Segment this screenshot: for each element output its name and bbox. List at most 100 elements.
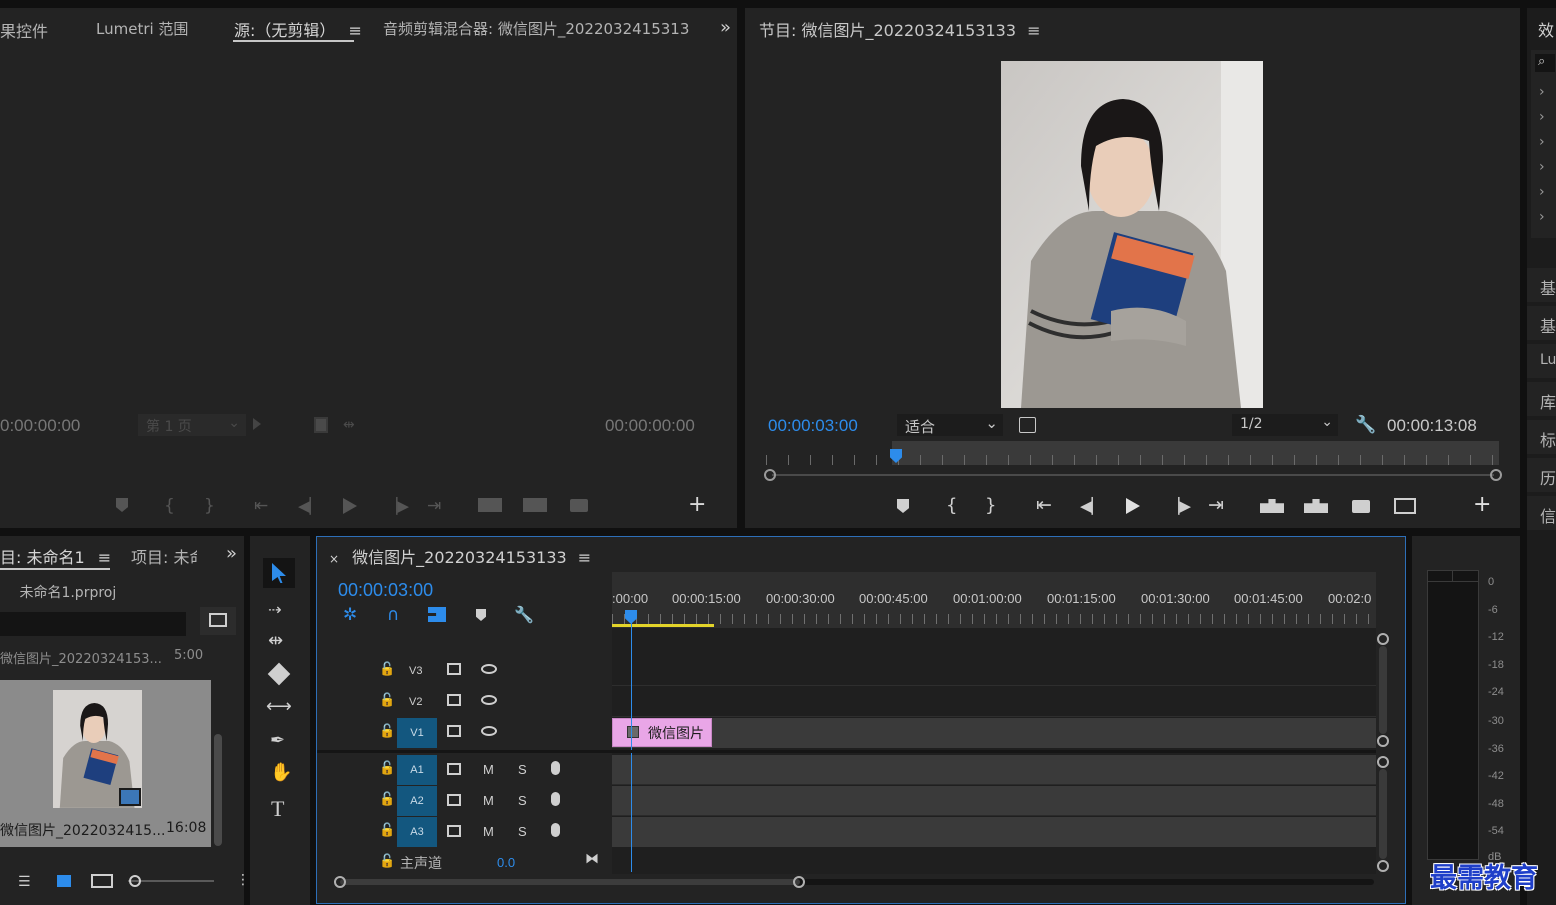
mark-in-icon[interactable]: {: [164, 496, 175, 516]
export-frame-icon[interactable]: [1352, 500, 1370, 513]
program-title[interactable]: 节目: 微信图片_20220324153133 ≡: [759, 17, 1041, 41]
search-icon[interactable]: ⌕: [1535, 54, 1555, 72]
track-label[interactable]: V3: [409, 665, 422, 677]
track-target-a1[interactable]: A1: [397, 755, 437, 785]
lane-v2[interactable]: [612, 687, 1376, 717]
timeline-settings-icon[interactable]: 🔧: [514, 605, 534, 624]
track-label[interactable]: V2: [409, 696, 422, 708]
linked-selection-icon[interactable]: [428, 607, 446, 622]
sync-lock-icon[interactable]: [447, 725, 461, 737]
icon-view-icon[interactable]: [57, 875, 71, 887]
page-next-icon[interactable]: [253, 418, 261, 430]
solo-button[interactable]: S: [518, 824, 527, 839]
microphone-icon[interactable]: [551, 823, 560, 837]
lock-icon[interactable]: 🔓: [379, 792, 395, 807]
tab-lumetri-scopes[interactable]: Lumetri 范围: [96, 18, 188, 39]
right-panel-item-4[interactable]: 标: [1527, 420, 1556, 454]
zoom-bar[interactable]: [764, 468, 1502, 482]
h-scroll-thumb[interactable]: [340, 879, 800, 885]
ripple-edit-tool-icon[interactable]: ⇹: [268, 630, 283, 651]
eye-icon[interactable]: [481, 664, 497, 674]
lock-icon[interactable]: 🔓: [379, 693, 395, 708]
timeline-clip[interactable]: 微信图片: [612, 718, 712, 747]
program-time-ruler[interactable]: [762, 441, 1500, 469]
h-scroll-handle-left[interactable]: [334, 876, 346, 888]
track-target-a3[interactable]: A3: [397, 817, 437, 847]
mark-out-icon[interactable]: }: [204, 496, 215, 516]
folder-chevron-6[interactable]: ›: [1539, 209, 1545, 225]
add-marker-icon[interactable]: [897, 499, 909, 513]
tab-source[interactable]: 源:（无剪辑） ≡: [234, 17, 362, 41]
drag-audio-icon[interactable]: ⇹: [343, 417, 355, 433]
panel-menu-icon[interactable]: ≡: [578, 548, 591, 567]
mark-in-icon[interactable]: {: [946, 495, 957, 516]
solo-button[interactable]: S: [518, 793, 527, 808]
step-forward-icon[interactable]: ▕▶: [386, 497, 409, 515]
lock-icon[interactable]: 🔓: [379, 662, 395, 677]
more-options-icon[interactable]: ⋮: [236, 872, 250, 888]
add-marker-icon[interactable]: [116, 498, 128, 512]
overwrite-icon[interactable]: [523, 498, 547, 512]
work-area-bar[interactable]: [612, 624, 714, 627]
lane-v3[interactable]: [612, 656, 1376, 686]
zoom-handle-right[interactable]: [1490, 469, 1502, 481]
add-button-icon[interactable]: +: [688, 492, 706, 517]
master-volume-value[interactable]: 0.0: [497, 855, 515, 870]
safe-margins-icon[interactable]: [1019, 417, 1036, 433]
audio-scroll-handle-top[interactable]: [1377, 756, 1389, 768]
step-back-icon[interactable]: ◀▏: [298, 497, 321, 515]
effects-tab[interactable]: 效: [1538, 17, 1554, 41]
mute-button[interactable]: M: [483, 793, 494, 808]
solo-button[interactable]: S: [518, 762, 527, 777]
track-select-tool-icon[interactable]: ⇢: [268, 600, 281, 619]
microphone-icon[interactable]: [551, 761, 560, 775]
lock-icon[interactable]: 🔓: [379, 761, 395, 776]
pen-tool-icon[interactable]: ✒: [270, 730, 285, 751]
video-scroll-handle-bottom[interactable]: [1377, 735, 1389, 747]
lane-v1[interactable]: [612, 718, 1376, 748]
project-search-input[interactable]: [0, 612, 186, 636]
lane-a3[interactable]: [612, 817, 1376, 847]
project-thumbnail-card[interactable]: 微信图片_2022032415... 16:08: [0, 680, 211, 847]
video-scroll-handle-top[interactable]: [1377, 633, 1389, 645]
h-scroll-handle-right[interactable]: [793, 876, 805, 888]
go-to-out-icon[interactable]: ⇥: [1208, 494, 1224, 516]
sync-lock-icon[interactable]: [447, 694, 461, 706]
panel-menu-icon[interactable]: ≡: [349, 21, 362, 40]
selection-tool-icon[interactable]: [263, 558, 295, 588]
resolution-dropdown[interactable]: 1/2 ⌄: [1232, 414, 1338, 436]
go-to-in-icon[interactable]: ⇤: [1036, 494, 1052, 516]
right-panel-item-5[interactable]: 历: [1527, 458, 1556, 492]
timeline-h-scrollbar[interactable]: [334, 876, 1374, 888]
program-timecode-current[interactable]: 00:00:03:00: [768, 416, 858, 436]
go-to-end-icon[interactable]: ⧓: [585, 851, 599, 867]
go-to-in-icon[interactable]: ⇤: [254, 496, 268, 516]
right-panel-item-2[interactable]: Lu: [1527, 344, 1556, 378]
new-search-bin-icon[interactable]: [200, 607, 236, 635]
hand-tool-icon[interactable]: ✋: [270, 762, 292, 783]
sync-lock-icon[interactable]: [447, 663, 461, 675]
microphone-icon[interactable]: [551, 792, 560, 806]
step-back-icon[interactable]: ◀▏: [1080, 497, 1103, 515]
mute-button[interactable]: M: [483, 762, 494, 777]
nest-sequence-icon[interactable]: ✲: [343, 605, 357, 625]
source-page-dropdown[interactable]: 第 1 页 ⌄: [138, 414, 246, 436]
slip-tool-icon[interactable]: ⟷: [266, 696, 292, 717]
audio-scroll-handle-bottom[interactable]: [1377, 860, 1389, 872]
track-target-v1[interactable]: V1: [397, 718, 437, 748]
project-item-row[interactable]: 微信图片_20220324153... 5:00: [0, 648, 210, 667]
list-view-icon[interactable]: ☰: [18, 874, 31, 890]
eye-icon[interactable]: [481, 726, 497, 736]
sync-lock-icon[interactable]: [447, 763, 461, 775]
panel-menu-icon[interactable]: ≡: [1027, 21, 1040, 40]
film-icon[interactable]: [314, 417, 328, 433]
comparison-view-icon[interactable]: [1394, 498, 1416, 514]
lock-icon[interactable]: 🔓: [379, 724, 395, 739]
play-icon[interactable]: [1126, 498, 1140, 514]
razor-tool-icon[interactable]: [267, 662, 291, 686]
fit-dropdown[interactable]: 适合 ⌄: [897, 414, 1003, 436]
type-tool-icon[interactable]: T: [271, 796, 284, 822]
add-marker-icon[interactable]: [476, 609, 486, 621]
sync-lock-icon[interactable]: [447, 825, 461, 837]
snap-magnet-icon[interactable]: ∩: [387, 605, 399, 625]
